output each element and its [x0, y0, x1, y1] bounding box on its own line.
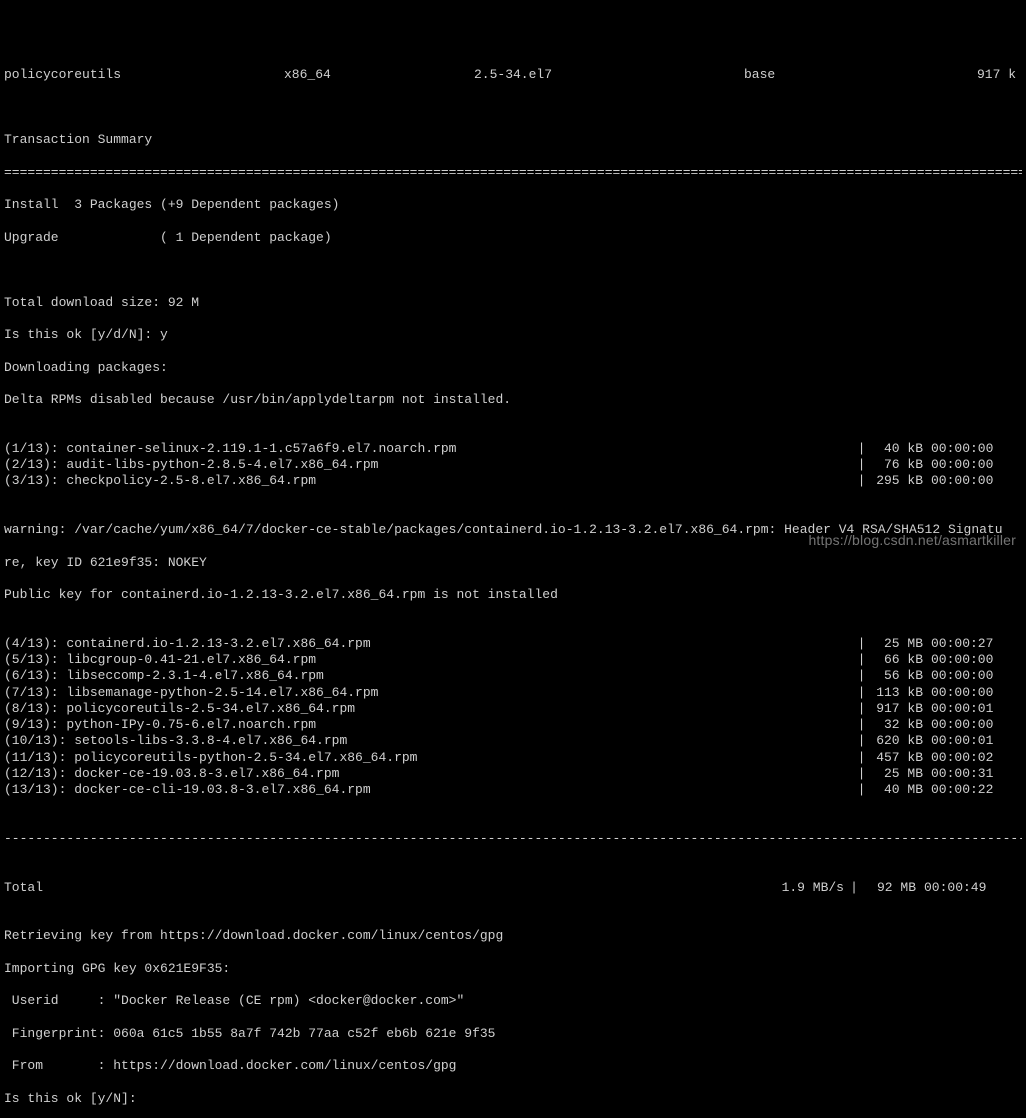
watermark: https://blog.csdn.net/asmartkiller — [808, 532, 1016, 550]
total-sep: | — [844, 880, 864, 896]
package-sep: | — [854, 473, 869, 489]
package-size: 32 kB — [869, 717, 931, 733]
package-label: (9/13): python-IPy-0.75-6.el7.noarch.rpm — [4, 717, 854, 733]
downloading-label: Downloading packages: — [4, 360, 1022, 376]
col-version: 2.5-34.el7 — [474, 67, 744, 83]
retrieve-key: Retrieving key from https://download.doc… — [4, 928, 1022, 944]
package-sep: | — [854, 750, 869, 766]
package-sep: | — [854, 441, 869, 457]
package-sep: | — [854, 652, 869, 668]
package-label: (7/13): libsemanage-python-2.5-14.el7.x8… — [4, 685, 854, 701]
total-row: Total 1.9 MB/s | 92 MB 00:00:49 — [4, 880, 1022, 896]
package-row: (3/13): checkpolicy-2.5-8.el7.x86_64.rpm… — [4, 473, 1022, 489]
package-time: 00:00:22 — [931, 782, 1007, 798]
package-header-row: policycoreutils x86_64 2.5-34.el7 base 9… — [4, 67, 1022, 83]
gpg-userid: Userid : "Docker Release (CE rpm) <docke… — [4, 993, 1022, 1009]
package-row: (12/13): docker-ce-19.03.8-3.el7.x86_64.… — [4, 766, 1022, 782]
package-sep: | — [854, 733, 869, 749]
package-row: (4/13): containerd.io-1.2.13-3.2.el7.x86… — [4, 636, 1022, 652]
package-size: 917 kB — [869, 701, 931, 717]
package-sep: | — [854, 668, 869, 684]
gpg-from: From : https://download.docker.com/linux… — [4, 1058, 1022, 1074]
package-size: 40 MB — [869, 782, 931, 798]
package-time: 00:00:00 — [931, 668, 1007, 684]
total-time: 00:00:49 — [924, 880, 1000, 896]
package-time: 00:00:02 — [931, 750, 1007, 766]
package-time: 00:00:01 — [931, 701, 1007, 717]
package-time: 00:00:00 — [931, 717, 1007, 733]
package-sep: | — [854, 685, 869, 701]
package-size: 76 kB — [869, 457, 931, 473]
package-sep: | — [854, 766, 869, 782]
package-sep: | — [854, 782, 869, 798]
package-row: (11/13): policycoreutils-python-2.5-34.e… — [4, 750, 1022, 766]
package-size: 25 MB — [869, 636, 931, 652]
col-arch: x86_64 — [284, 67, 474, 83]
blank-line — [4, 100, 1022, 116]
package-row: (10/13): setools-libs-3.3.8-4.el7.x86_64… — [4, 733, 1022, 749]
package-label: (3/13): checkpolicy-2.5-8.el7.x86_64.rpm — [4, 473, 854, 489]
package-row: (7/13): libsemanage-python-2.5-14.el7.x8… — [4, 685, 1022, 701]
package-row: (1/13): container-selinux-2.119.1-1.c57a… — [4, 441, 1022, 457]
package-sep: | — [854, 701, 869, 717]
package-row: (9/13): python-IPy-0.75-6.el7.noarch.rpm… — [4, 717, 1022, 733]
package-label: (2/13): audit-libs-python-2.8.5-4.el7.x8… — [4, 457, 854, 473]
package-size: 113 kB — [869, 685, 931, 701]
install-summary: Install 3 Packages (+9 Dependent package… — [4, 197, 1022, 213]
package-sep: | — [854, 636, 869, 652]
total-label: Total — [4, 880, 754, 896]
total-size: 92 MB — [864, 880, 924, 896]
package-sep: | — [854, 717, 869, 733]
importing-key: Importing GPG key 0x621E9F35: — [4, 961, 1022, 977]
col-repo: base — [744, 67, 889, 83]
package-time: 00:00:00 — [931, 457, 1007, 473]
divider-top: ========================================… — [4, 165, 1022, 181]
package-row: (13/13): docker-ce-cli-19.03.8-3.el7.x86… — [4, 782, 1022, 798]
package-list-1: (1/13): container-selinux-2.119.1-1.c57a… — [4, 441, 1022, 490]
download-size: Total download size: 92 M — [4, 295, 1022, 311]
package-row: (2/13): audit-libs-python-2.8.5-4.el7.x8… — [4, 457, 1022, 473]
package-time: 00:00:01 — [931, 733, 1007, 749]
package-label: (1/13): container-selinux-2.119.1-1.c57a… — [4, 441, 854, 457]
package-label: (6/13): libseccomp-2.3.1-4.el7.x86_64.rp… — [4, 668, 854, 684]
summary-title: Transaction Summary — [4, 132, 1022, 148]
package-label: (5/13): libcgroup-0.41-21.el7.x86_64.rpm — [4, 652, 854, 668]
package-row: (6/13): libseccomp-2.3.1-4.el7.x86_64.rp… — [4, 668, 1022, 684]
package-size: 620 kB — [869, 733, 931, 749]
sig-warning-2: re, key ID 621e9f35: NOKEY — [4, 555, 1022, 571]
upgrade-summary: Upgrade ( 1 Dependent package) — [4, 230, 1022, 246]
pubkey-warning: Public key for containerd.io-1.2.13-3.2.… — [4, 587, 1022, 603]
blank-line — [4, 262, 1022, 278]
package-label: (11/13): policycoreutils-python-2.5-34.e… — [4, 750, 854, 766]
confirm-prompt-1[interactable]: Is this ok [y/d/N]: y — [4, 327, 1022, 343]
package-sep: | — [854, 457, 869, 473]
package-time: 00:00:27 — [931, 636, 1007, 652]
package-size: 457 kB — [869, 750, 931, 766]
package-label: (12/13): docker-ce-19.03.8-3.el7.x86_64.… — [4, 766, 854, 782]
package-time: 00:00:00 — [931, 441, 1007, 457]
package-label: (8/13): policycoreutils-2.5-34.el7.x86_6… — [4, 701, 854, 717]
package-time: 00:00:00 — [931, 685, 1007, 701]
package-time: 00:00:31 — [931, 766, 1007, 782]
package-label: (4/13): containerd.io-1.2.13-3.2.el7.x86… — [4, 636, 854, 652]
gpg-fingerprint: Fingerprint: 060a 61c5 1b55 8a7f 742b 77… — [4, 1026, 1022, 1042]
delta-warning: Delta RPMs disabled because /usr/bin/app… — [4, 392, 1022, 408]
package-label: (13/13): docker-ce-cli-19.03.8-3.el7.x86… — [4, 782, 854, 798]
package-size: 25 MB — [869, 766, 931, 782]
package-size: 40 kB — [869, 441, 931, 457]
confirm-prompt-2[interactable]: Is this ok [y/N]: — [4, 1091, 1022, 1107]
package-list-2: (4/13): containerd.io-1.2.13-3.2.el7.x86… — [4, 636, 1022, 799]
package-time: 00:00:00 — [931, 652, 1007, 668]
package-row: (5/13): libcgroup-0.41-21.el7.x86_64.rpm… — [4, 652, 1022, 668]
package-label: (10/13): setools-libs-3.3.8-4.el7.x86_64… — [4, 733, 854, 749]
dash-divider: ----------------------------------------… — [4, 831, 1022, 847]
package-size: 56 kB — [869, 668, 931, 684]
total-speed: 1.9 MB/s — [754, 880, 844, 896]
package-row: (8/13): policycoreutils-2.5-34.el7.x86_6… — [4, 701, 1022, 717]
package-size: 295 kB — [869, 473, 931, 489]
col-name: policycoreutils — [4, 67, 284, 83]
package-time: 00:00:00 — [931, 473, 1007, 489]
package-size: 66 kB — [869, 652, 931, 668]
col-size: 917 k — [889, 67, 1022, 83]
